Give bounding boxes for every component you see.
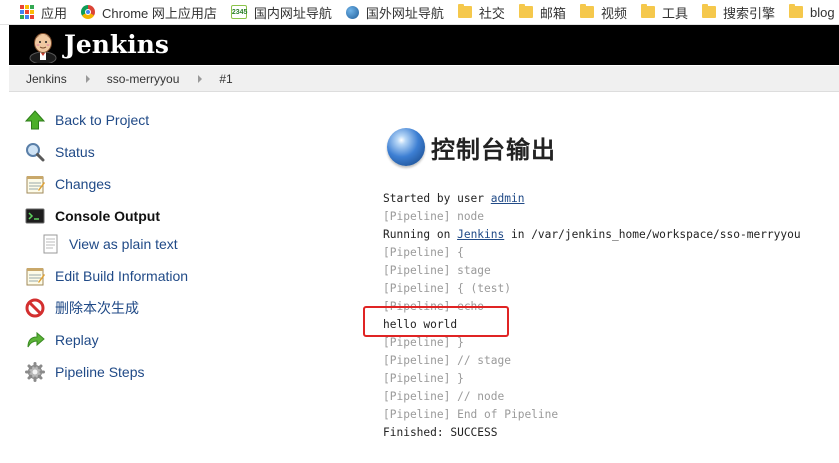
bookmark-label: 工具: [661, 5, 688, 21]
breadcrumb-jenkins[interactable]: Jenkins: [9, 72, 67, 86]
bookmark-label: 国外网址导航: [365, 5, 444, 21]
terminal-icon: [25, 206, 45, 226]
task-label: Edit Build Information: [55, 268, 189, 284]
task-replay[interactable]: Replay: [9, 328, 99, 352]
console-line: [Pipeline] { (test): [383, 282, 511, 295]
bookmark-folder-blog[interactable]: blog: [788, 4, 835, 20]
console-line: [Pipeline] End of Pipeline: [383, 408, 559, 421]
2345-icon: 2345: [230, 5, 247, 19]
console-output-line: hello world: [383, 318, 458, 331]
document-icon: [41, 234, 61, 254]
page-title: 控制台输出: [387, 128, 556, 166]
folder-icon: [640, 4, 655, 18]
bookmark-foreign-nav[interactable]: 国外网址导航: [345, 3, 444, 22]
console-finished-line: Finished: SUCCESS: [383, 426, 498, 439]
bookmarks-bar: 应用 Chrome 网上应用店 2345 国内网址导航 国外网址导航 社交 邮箱…: [0, 0, 839, 25]
bookmark-label: Chrome 网上应用店: [102, 5, 217, 21]
task-delete-build[interactable]: 删除本次生成: [9, 296, 139, 320]
console-line: [Pipeline] // node: [383, 390, 505, 403]
blue-ball-icon: [387, 128, 425, 166]
replay-arrow-icon: [25, 330, 45, 350]
chrome-icon: [81, 5, 96, 19]
console-line: Running on Jenkins in /var/jenkins_home/…: [383, 228, 801, 241]
bookmark-label: blog: [809, 4, 835, 20]
task-label: View as plain text: [69, 236, 178, 252]
bookmark-chrome-store[interactable]: Chrome 网上应用店: [81, 3, 217, 22]
up-arrow-icon: [24, 110, 46, 130]
bookmark-label: 视频: [600, 5, 627, 21]
console-line: [Pipeline] {: [383, 246, 464, 259]
bookmark-label: 邮箱: [539, 5, 566, 21]
task-changes[interactable]: Changes: [9, 172, 111, 196]
task-label: Console Output: [55, 208, 160, 224]
task-label: Replay: [55, 332, 99, 348]
task-console-output[interactable]: Console Output: [9, 204, 160, 228]
breadcrumb-build[interactable]: #1: [202, 72, 232, 86]
bookmark-folder-tools[interactable]: 工具: [640, 3, 688, 22]
jenkins-brand[interactable]: Jenkins: [64, 28, 169, 62]
task-view-plain-text[interactable]: View as plain text: [9, 232, 178, 256]
task-label: Status: [55, 144, 95, 160]
task-back-to-project[interactable]: Back to Project: [9, 108, 149, 132]
task-label: Pipeline Steps: [55, 364, 145, 380]
no-entry-icon: [25, 298, 45, 318]
jenkins-header: Jenkins: [9, 25, 839, 65]
breadcrumb-project[interactable]: sso-merryyou: [90, 72, 180, 86]
bookmark-label: 应用: [41, 5, 68, 21]
console-line: [Pipeline] stage: [383, 264, 491, 277]
bookmark-label: 搜索引擎: [722, 5, 775, 21]
task-edit-build-information[interactable]: Edit Build Information: [9, 264, 188, 288]
jenkins-butler-icon[interactable]: [26, 29, 60, 63]
bookmark-folder-mail[interactable]: 邮箱: [518, 3, 566, 22]
task-pipeline-steps[interactable]: Pipeline Steps: [9, 360, 145, 384]
console-line: [Pipeline] echo: [383, 300, 485, 313]
console-output: Started by user admin [Pipeline] node Ru…: [383, 190, 801, 442]
user-link[interactable]: admin: [491, 192, 525, 205]
gear-icon: [25, 362, 45, 382]
folder-icon: [579, 4, 594, 18]
console-text: Running on: [383, 228, 458, 241]
console-text: in /var/jenkins_home/workspace/sso-merry…: [504, 228, 801, 241]
folder-icon: [701, 4, 716, 18]
bookmark-label: 国内网址导航: [253, 5, 332, 21]
task-label: Changes: [55, 176, 112, 192]
bookmark-apps[interactable]: 应用: [20, 3, 67, 22]
bookmark-folder-search[interactable]: 搜索引擎: [701, 3, 775, 22]
bookmark-folder-video[interactable]: 视频: [579, 3, 627, 22]
console-line: [Pipeline] // stage: [383, 354, 511, 367]
folder-icon: [518, 4, 533, 18]
breadcrumb: Jenkins sso-merryyou #1: [9, 66, 839, 92]
console-line: [Pipeline] }: [383, 372, 464, 385]
magnifier-icon: [25, 142, 45, 162]
notepad-icon: [25, 266, 45, 286]
page-title-text: 控制台输出: [431, 135, 556, 164]
console-line: [Pipeline] node: [383, 210, 485, 223]
task-label: 删除本次生成: [55, 300, 139, 316]
bookmark-domestic-nav[interactable]: 2345 国内网址导航: [230, 3, 332, 22]
bookmark-folder-social[interactable]: 社交: [457, 3, 505, 22]
console-text: Started by user: [383, 192, 491, 205]
console-line: [Pipeline] }: [383, 336, 464, 349]
folder-icon: [788, 4, 803, 18]
node-link[interactable]: Jenkins: [457, 228, 504, 241]
bookmark-label: 社交: [478, 5, 505, 21]
apps-grid-icon: [20, 5, 34, 19]
task-label: Back to Project: [55, 112, 150, 128]
console-line: Started by user admin: [383, 192, 524, 205]
task-status[interactable]: Status: [9, 140, 95, 164]
folder-icon: [457, 4, 472, 18]
notepad-icon: [25, 174, 45, 194]
globe-icon: [345, 5, 359, 19]
